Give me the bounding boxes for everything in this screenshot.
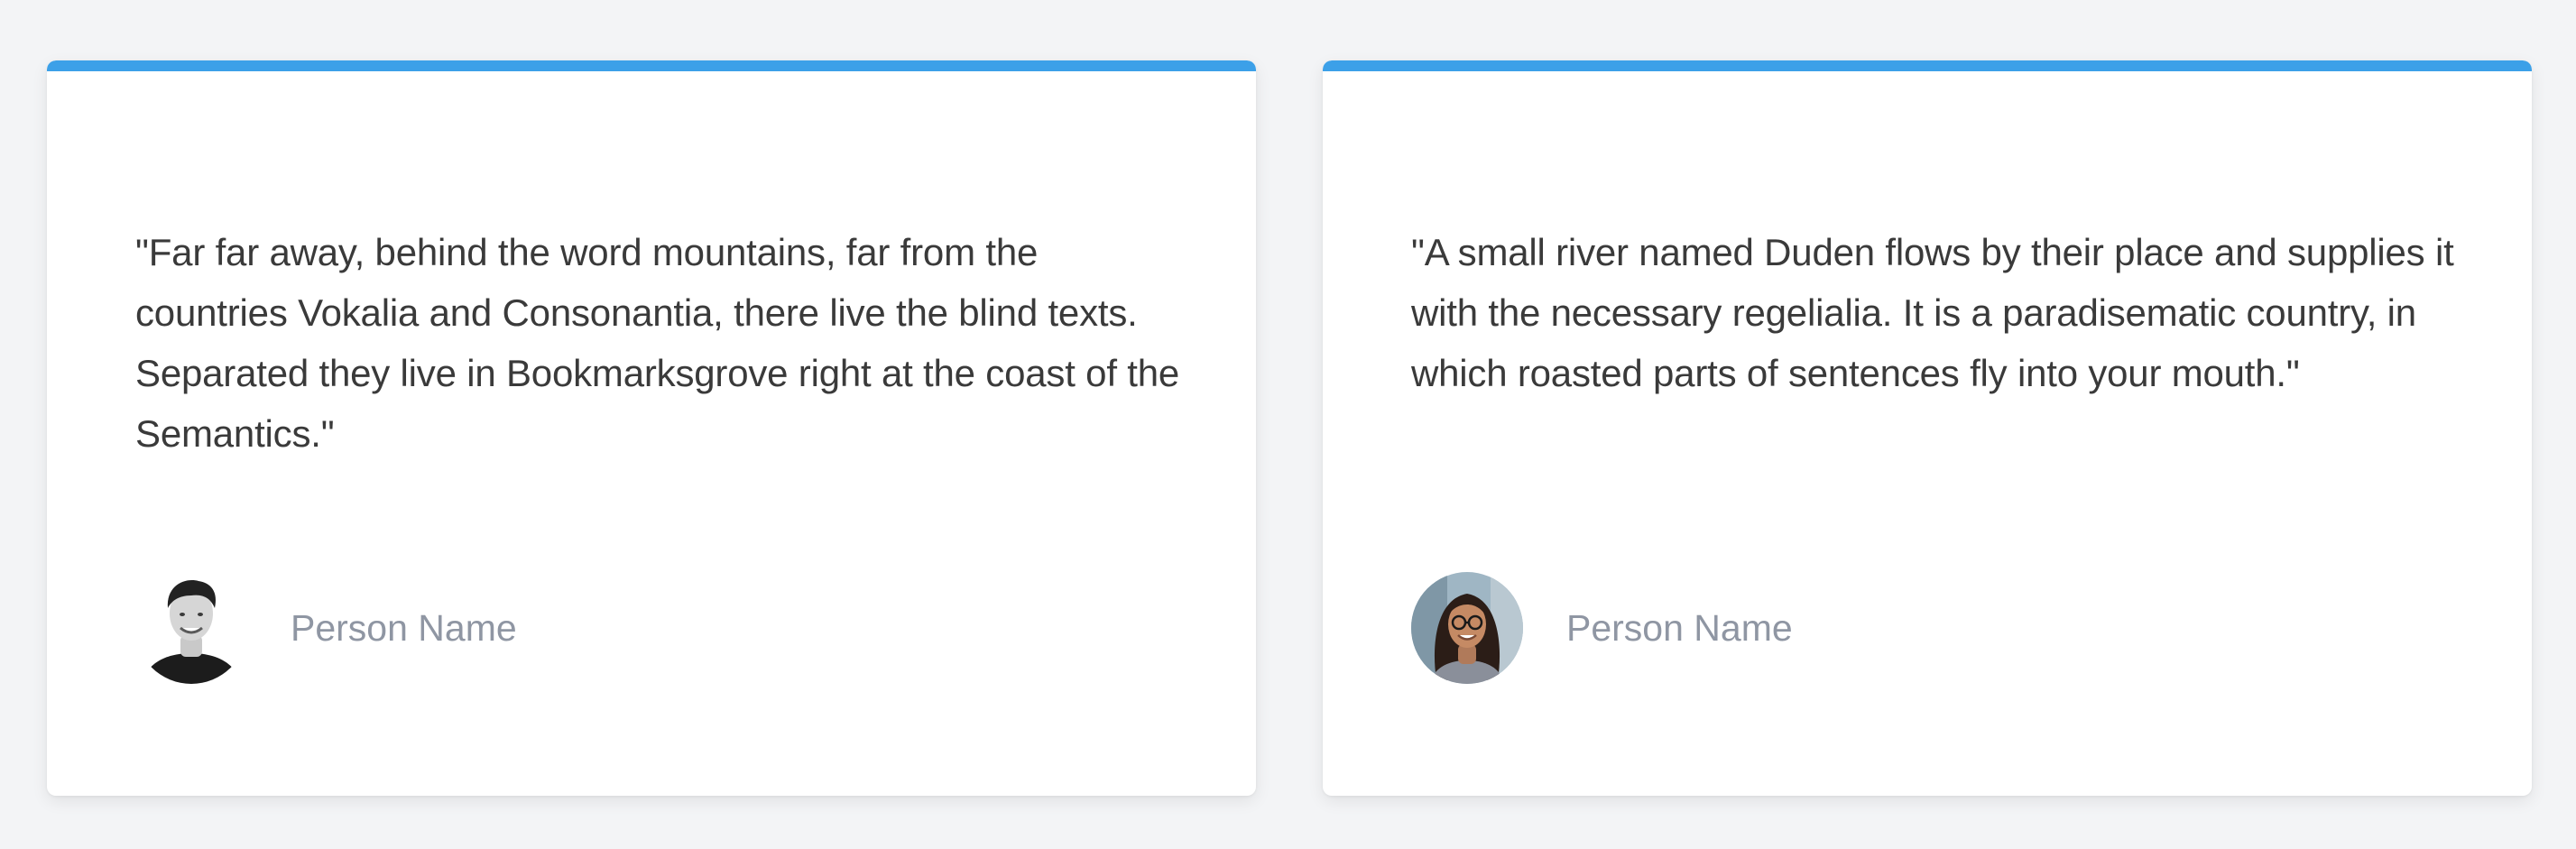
testimonial-quote: "A small river named Duden flows by thei… bbox=[1411, 231, 2454, 394]
avatar bbox=[1411, 572, 1523, 684]
person-avatar-icon bbox=[1411, 572, 1523, 684]
card-accent-bar bbox=[1323, 60, 2532, 71]
card-accent-bar bbox=[47, 60, 1256, 71]
testimonial-author: Person Name bbox=[135, 572, 517, 684]
testimonials-section: "Far far away, behind the word mountains… bbox=[0, 0, 2576, 849]
testimonial-quote: "Far far away, behind the word mountains… bbox=[135, 231, 1180, 455]
testimonial-author: Person Name bbox=[1411, 572, 1793, 684]
person-avatar-icon bbox=[135, 572, 247, 684]
person-name: Person Name bbox=[291, 606, 517, 649]
avatar bbox=[135, 572, 247, 684]
testimonial-card: "Far far away, behind the word mountains… bbox=[47, 60, 1256, 796]
testimonial-card: "A small river named Duden flows by thei… bbox=[1323, 60, 2532, 796]
person-name: Person Name bbox=[1566, 606, 1793, 649]
